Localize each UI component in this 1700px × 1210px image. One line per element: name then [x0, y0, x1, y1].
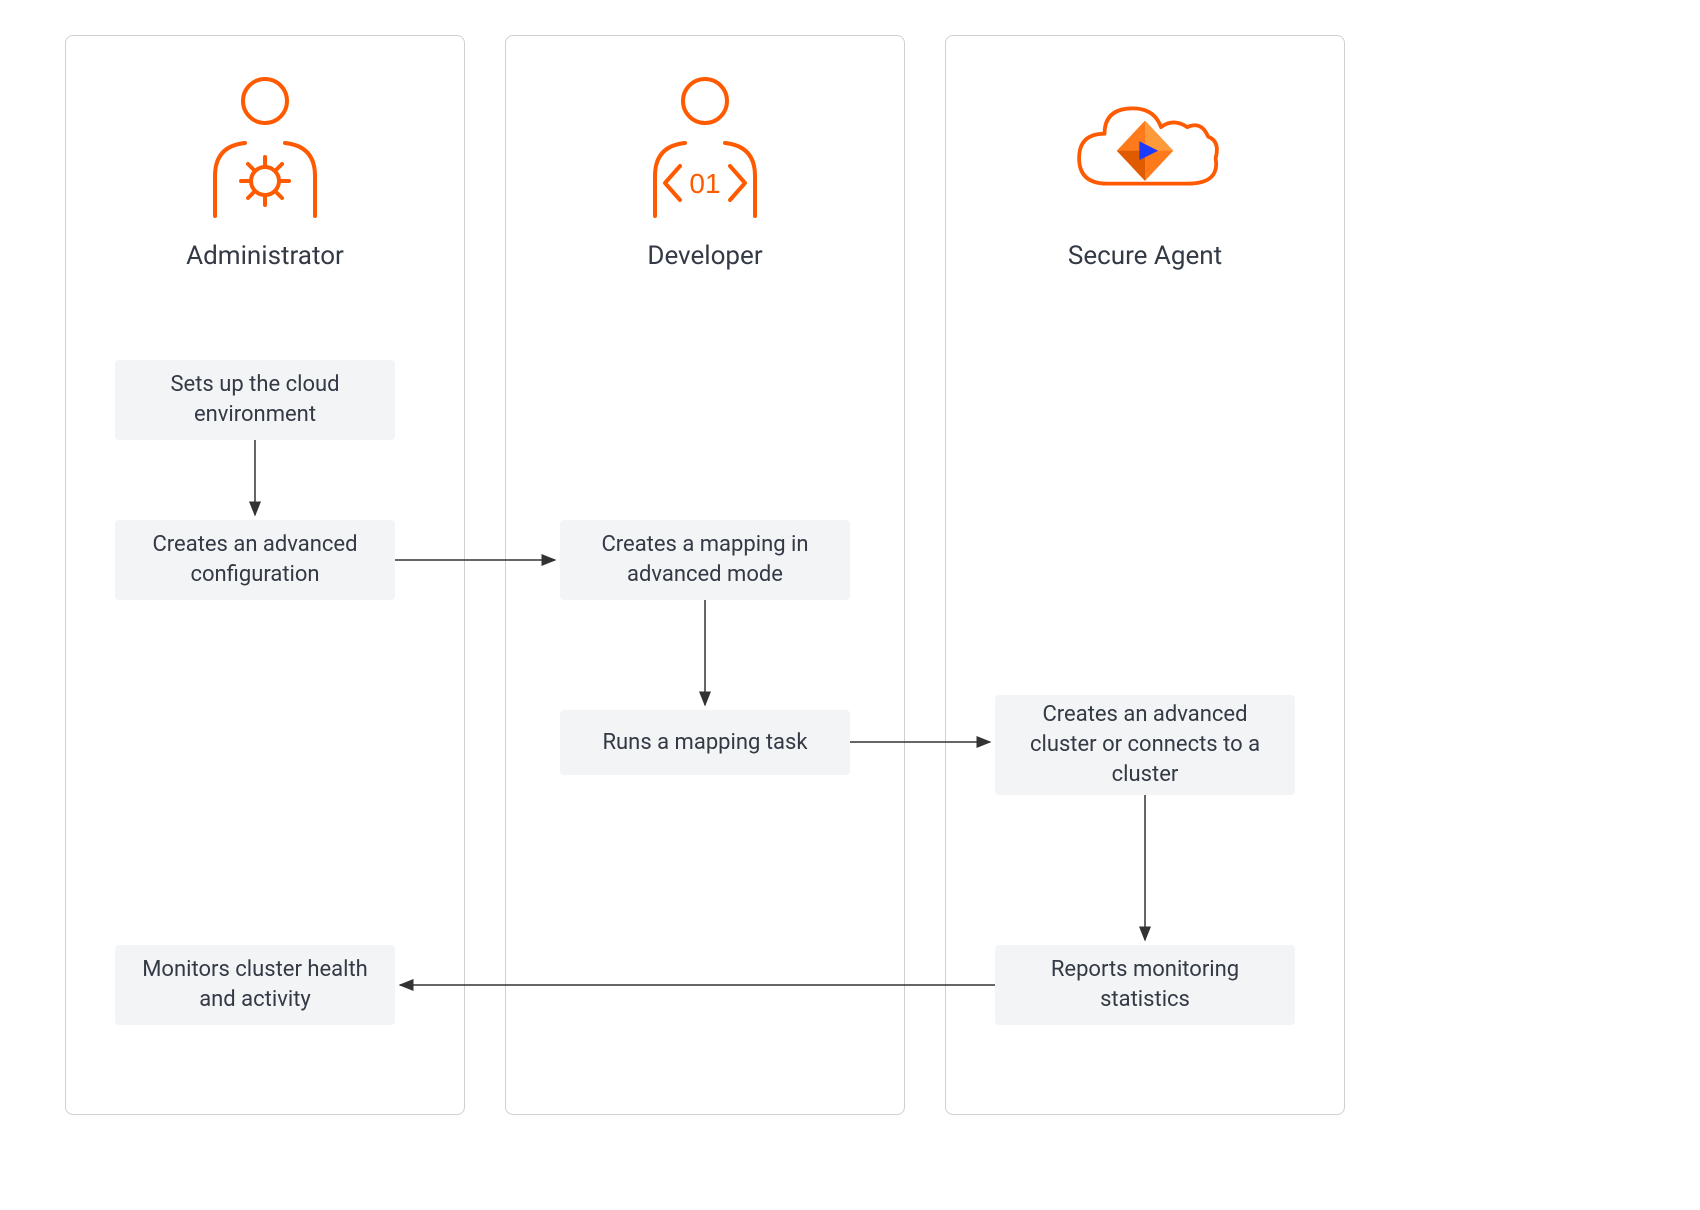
step-admin-setup-cloud: Sets up the cloud environment [115, 360, 395, 440]
step-admin-monitor: Monitors cluster health and activity [115, 945, 395, 1025]
administrator-icon [185, 66, 345, 226]
step-dev-create-mapping: Creates a mapping in advanced mode [560, 520, 850, 600]
step-dev-run-task: Runs a mapping task [560, 710, 850, 775]
workflow-diagram: Administrator 01 Developer [30, 30, 1670, 1150]
administrator-title: Administrator [186, 241, 344, 271]
developer-title: Developer [647, 241, 762, 271]
step-admin-create-config: Creates an advanced configuration [115, 520, 395, 600]
step-agent-create-cluster: Creates an advanced cluster or connects … [995, 695, 1295, 795]
secure-agent-icon [1065, 66, 1225, 226]
developer-icon: 01 [625, 66, 785, 226]
secure-agent-title: Secure Agent [1068, 241, 1222, 271]
svg-text:01: 01 [689, 168, 720, 199]
step-agent-report-stats: Reports monitoring statistics [995, 945, 1295, 1025]
